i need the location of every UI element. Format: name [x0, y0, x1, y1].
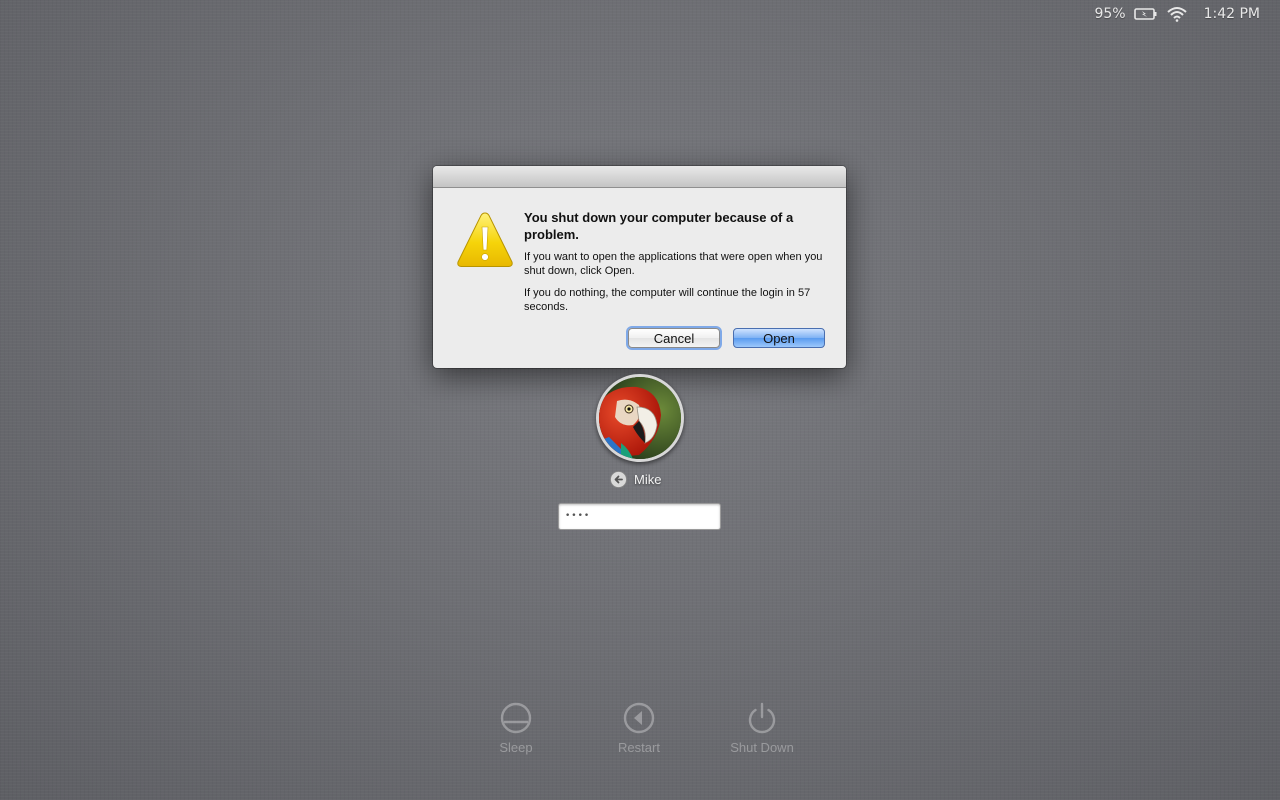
sleep-button[interactable]: Sleep [461, 702, 571, 755]
dialog-message-reopen: If you want to open the applications tha… [524, 251, 823, 277]
status-bar: 95% 1:42 PM [1094, 5, 1260, 23]
restart-button[interactable]: Restart [584, 702, 694, 755]
dialog-titlebar[interactable] [433, 166, 846, 188]
power-icon [748, 702, 776, 734]
shut-down-button[interactable]: Shut Down [707, 702, 817, 755]
user-avatar[interactable] [596, 374, 684, 462]
back-arrow-icon[interactable] [610, 470, 627, 488]
password-field[interactable]: •••• [558, 503, 721, 530]
username-label: Mike [634, 471, 662, 487]
sleep-label: Sleep [499, 740, 533, 755]
dialog-message-countdown: If you do nothing, the computer will con… [524, 287, 811, 313]
restart-label: Restart [618, 740, 660, 755]
wifi-icon[interactable] [1166, 6, 1188, 22]
battery-charging-icon[interactable] [1133, 7, 1158, 21]
open-button[interactable]: Open [733, 328, 825, 348]
cancel-button[interactable]: Cancel [628, 328, 720, 348]
dialog-title: You shut down your computer because of a… [524, 210, 794, 242]
clock[interactable]: 1:42 PM [1204, 6, 1260, 22]
warning-icon [456, 210, 514, 270]
shut-down-label: Shut Down [730, 740, 794, 755]
sleep-icon [500, 702, 532, 734]
battery-percent: 95% [1094, 6, 1126, 22]
restart-icon [623, 702, 655, 734]
user-row: Mike [610, 470, 661, 488]
alert-dialog: You shut down your computer because of a… [433, 166, 846, 368]
